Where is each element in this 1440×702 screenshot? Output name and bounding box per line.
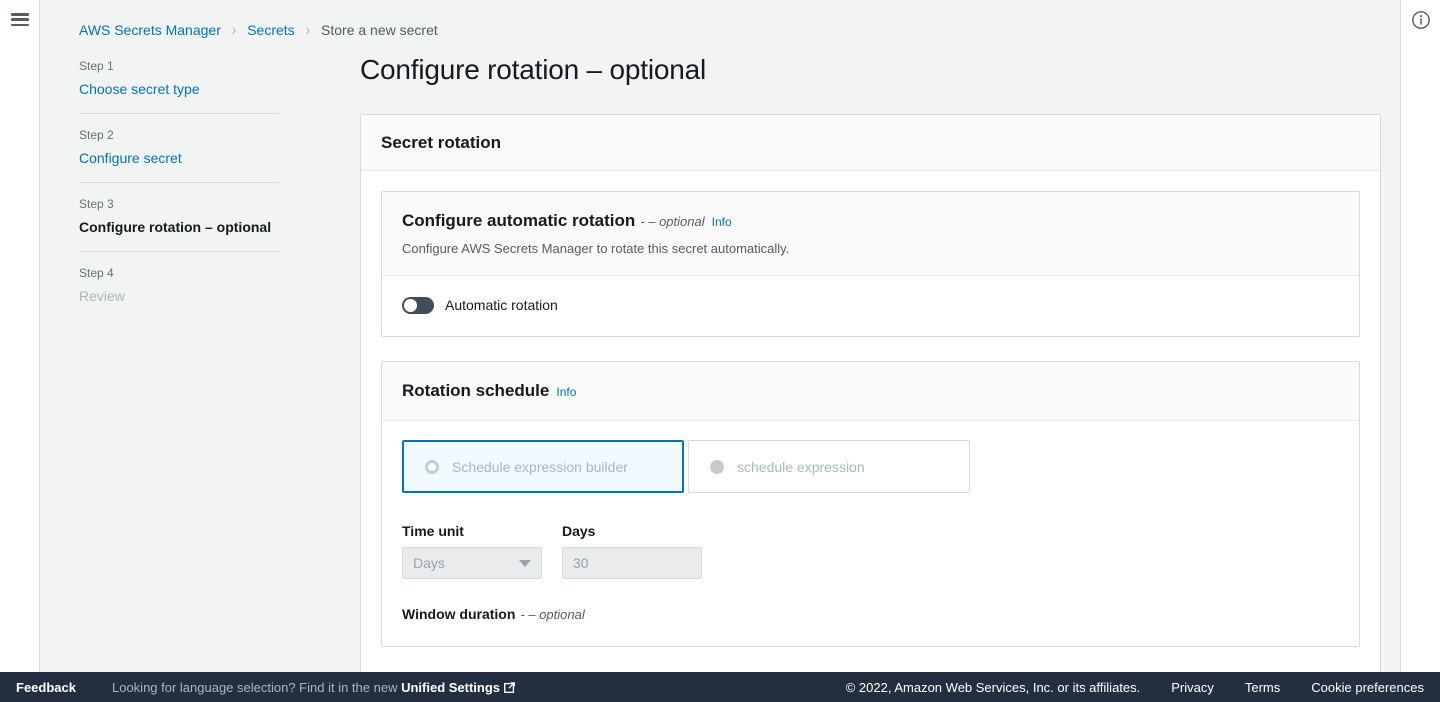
wizard-step-2-number: Step 2 [79, 128, 114, 142]
radio-tile-schedule-expression[interactable]: schedule expression [688, 440, 970, 493]
breadcrumb: AWS Secrets Manager › Secrets › Store a … [79, 19, 438, 41]
wizard-step-1[interactable]: Step 1 Choose secret type [79, 58, 279, 113]
hamburger-icon[interactable] [11, 13, 29, 26]
window-duration-label-row: Window duration - – optional [402, 604, 1339, 625]
days-input[interactable]: 30 [562, 547, 702, 579]
time-unit-select-value: Days [413, 555, 445, 571]
page-container: AWS Secrets Manager › Secrets › Store a … [41, 0, 1399, 672]
wizard-step-2-label[interactable]: Configure secret [79, 148, 279, 168]
hamburger-bar [11, 18, 29, 21]
wizard-step-3-label: Configure rotation – optional [79, 219, 272, 235]
rotation-schedule-title-row: Rotation schedule Info [402, 380, 1339, 403]
toggle-knob [404, 298, 417, 312]
footer-link-privacy[interactable]: Privacy [1171, 680, 1214, 695]
unified-settings-link[interactable]: Unified Settings [401, 680, 500, 695]
rotation-schedule-body: Schedule expression builder schedule exp… [382, 421, 1359, 646]
rotation-schedule-info-link[interactable]: Info [556, 381, 576, 403]
hamburger-bar [11, 13, 29, 16]
secret-rotation-card-header: Secret rotation [361, 115, 1380, 171]
radio-selected-icon [425, 459, 439, 474]
rotation-schedule-title: Rotation schedule [402, 381, 550, 400]
footer-right: © 2022, Amazon Web Services, Inc. or its… [846, 680, 1440, 695]
main-content: Configure rotation – optional Secret rot… [360, 52, 1381, 672]
page-footer: Feedback Looking for language selection?… [0, 672, 1440, 702]
hamburger-bar [11, 23, 29, 26]
wizard-step-4-label: Review [79, 288, 125, 304]
secret-rotation-card-body: Configure automatic rotation - – optiona… [361, 171, 1380, 672]
schedule-fields-row: Time unit Days Days 30 [402, 521, 1339, 579]
left-nav-rail [0, 0, 40, 672]
schedule-type-radio-group: Schedule expression builder schedule exp… [402, 440, 1339, 493]
external-link-icon [504, 681, 515, 693]
wizard-step-2[interactable]: Step 2 Configure secret [79, 113, 279, 182]
wizard-step-1-number: Step 1 [79, 59, 114, 73]
configure-automatic-rotation-panel: Configure automatic rotation - – optiona… [381, 191, 1360, 337]
configure-automatic-rotation-description: Configure AWS Secrets Manager to rotate … [402, 241, 790, 256]
time-unit-select[interactable]: Days [402, 547, 542, 579]
radio-tile-schedule-expression-builder[interactable]: Schedule expression builder [402, 440, 684, 493]
secret-rotation-card: Secret rotation Configure automatic rota… [360, 114, 1381, 672]
configure-automatic-rotation-body: Automatic rotation [382, 276, 1359, 336]
footer-left: Feedback Looking for language selection?… [0, 680, 515, 695]
time-unit-label: Time unit [402, 523, 464, 539]
feedback-link[interactable]: Feedback [16, 680, 76, 695]
window-duration-optional: - – optional [520, 607, 585, 622]
breadcrumb-separator-icon: › [231, 20, 237, 39]
footer-link-terms[interactable]: Terms [1245, 680, 1280, 695]
page-title: Configure rotation – optional [360, 54, 706, 85]
days-label: Days [562, 523, 596, 539]
wizard-step-3[interactable]: Step 3 Configure rotation – optional [79, 182, 279, 251]
configure-automatic-rotation-header: Configure automatic rotation - – optiona… [382, 192, 1359, 276]
breadcrumb-item-secrets[interactable]: Secrets [247, 19, 294, 41]
automatic-rotation-toggle-row: Automatic rotation [402, 295, 1339, 315]
automatic-rotation-toggle-label: Automatic rotation [445, 297, 558, 313]
rotation-schedule-header: Rotation schedule Info [382, 362, 1359, 421]
wizard-step-4: Step 4 Review [79, 251, 279, 320]
radio-unselected-icon [710, 459, 724, 474]
breadcrumb-separator-icon: › [305, 20, 311, 39]
wizard-step-1-label[interactable]: Choose secret type [79, 79, 279, 99]
configure-automatic-rotation-optional: - – optional [640, 214, 705, 229]
footer-copyright: © 2022, Amazon Web Services, Inc. or its… [845, 679, 1141, 695]
automatic-rotation-toggle[interactable] [402, 296, 434, 314]
days-field: Days 30 [562, 521, 702, 579]
configure-automatic-rotation-title: Configure automatic rotation [402, 211, 636, 230]
language-notice-text: Looking for language selection? Find it … [111, 679, 402, 695]
rotation-schedule-panel: Rotation schedule Info Schedule expressi… [381, 361, 1360, 647]
days-input-value: 30 [573, 555, 589, 571]
breadcrumb-item-current: Store a new secret [321, 22, 438, 38]
configure-automatic-rotation-info-link[interactable]: Info [712, 211, 732, 233]
wizard-steps-nav: Step 1 Choose secret type Step 2 Configu… [79, 58, 279, 320]
language-notice: Looking for language selection? Find it … [112, 680, 515, 695]
radio-tile-schedule-expression-label: schedule expression [737, 458, 865, 475]
wizard-step-3-number: Step 3 [79, 197, 114, 211]
radio-tile-schedule-expression-builder-label: Schedule expression builder [452, 458, 628, 475]
chevron-down-icon [519, 559, 531, 567]
footer-link-cookie-preferences[interactable]: Cookie preferences [1311, 680, 1424, 695]
time-unit-field: Time unit Days [402, 521, 542, 579]
window-duration-label: Window duration [402, 606, 516, 622]
breadcrumb-item-aws-secrets-manager[interactable]: AWS Secrets Manager [79, 19, 221, 41]
right-info-rail [1400, 0, 1440, 672]
info-circle-icon[interactable] [1410, 9, 1432, 31]
wizard-step-4-number: Step 4 [79, 266, 114, 280]
secret-rotation-heading: Secret rotation [381, 133, 501, 152]
configure-automatic-rotation-title-row: Configure automatic rotation - – optiona… [402, 210, 1339, 233]
